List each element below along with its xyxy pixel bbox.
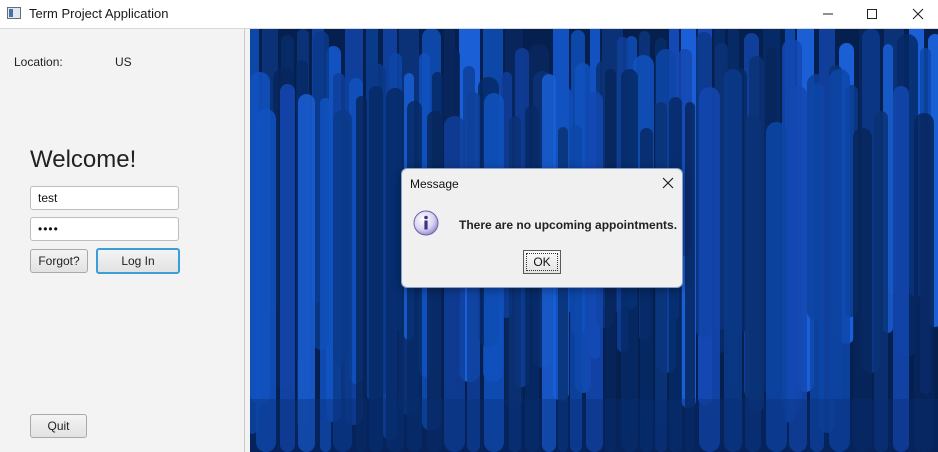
- close-icon: [912, 8, 924, 20]
- background-streak: [789, 86, 807, 452]
- background-streak: [356, 96, 367, 452]
- dialog-title: Message: [410, 177, 459, 191]
- username-field[interactable]: test: [30, 186, 179, 210]
- background-streak: [320, 98, 331, 452]
- message-dialog: Message There are no upcoming appointmen…: [401, 168, 683, 288]
- login-button[interactable]: Log In: [96, 248, 180, 274]
- location-value: US: [115, 55, 132, 69]
- background-streak: [280, 84, 295, 452]
- dialog-close-icon[interactable]: [660, 175, 676, 191]
- quit-button[interactable]: Quit: [30, 414, 87, 438]
- background-streak: [829, 69, 850, 452]
- location-label: Location:: [14, 55, 63, 69]
- window-title: Term Project Application: [29, 6, 169, 21]
- background-streak: [369, 86, 383, 452]
- maximize-icon: [867, 9, 877, 19]
- minimize-icon: [823, 13, 833, 15]
- dialog-message: There are no upcoming appointments.: [459, 218, 678, 232]
- app-window-icon: [7, 7, 21, 19]
- minimize-button[interactable]: [805, 0, 851, 28]
- welcome-heading: Welcome!: [30, 146, 137, 173]
- background-streak: [298, 94, 315, 452]
- title-bar[interactable]: Term Project Application: [0, 0, 938, 29]
- maximize-button[interactable]: [849, 0, 895, 28]
- info-icon: [413, 210, 439, 236]
- password-field[interactable]: ••••: [30, 217, 179, 241]
- background-streak: [810, 83, 824, 452]
- close-window-button[interactable]: [895, 0, 938, 28]
- login-panel: Location: US Welcome! test •••• Forgot? …: [0, 29, 245, 452]
- forgot-button[interactable]: Forgot?: [30, 249, 88, 273]
- background-streak: [893, 86, 909, 452]
- background-streak: [724, 69, 742, 452]
- background-streak: [699, 87, 720, 452]
- ok-button[interactable]: OK: [523, 250, 561, 274]
